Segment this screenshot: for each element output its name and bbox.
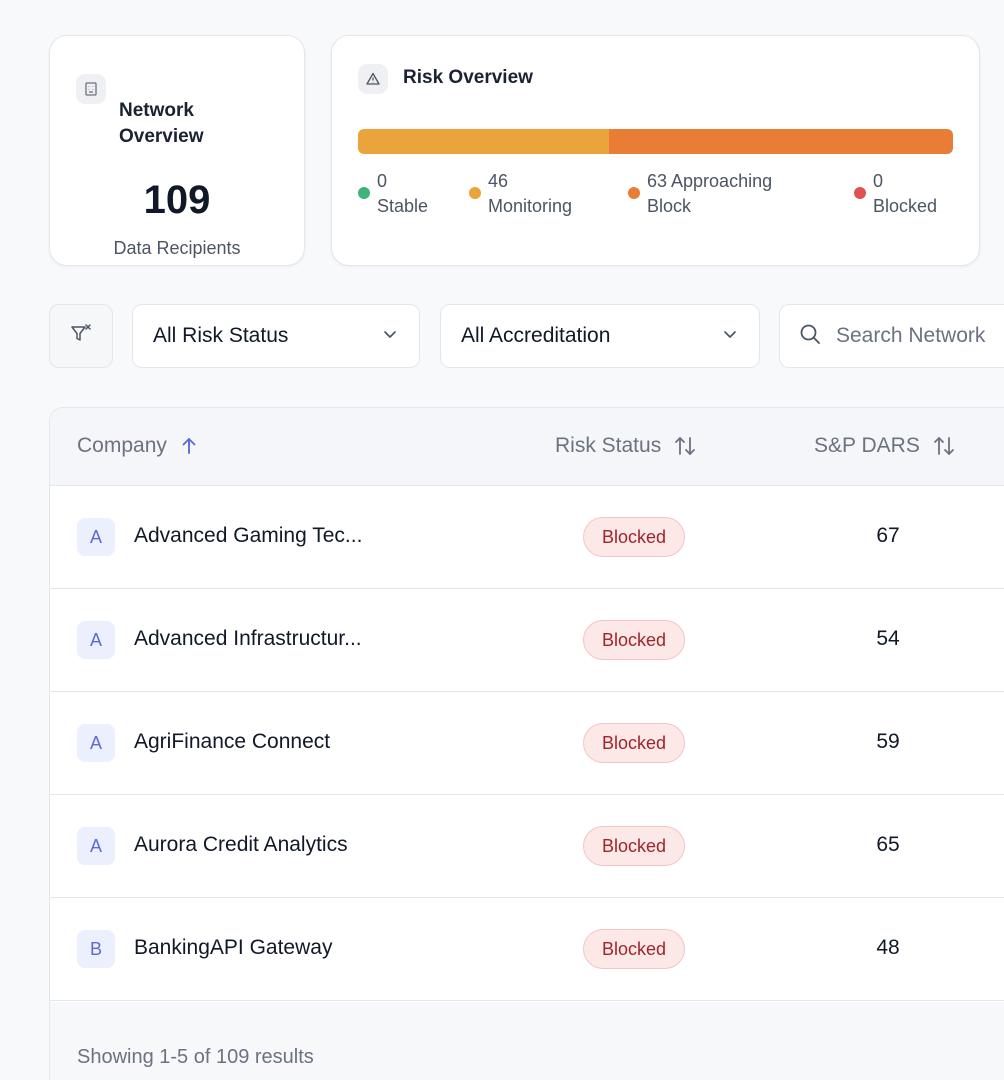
company-name: Advanced Gaming Tec... — [134, 524, 363, 547]
sort-toggle-icon — [932, 435, 956, 457]
risk-overview-title: Risk Overview — [403, 67, 533, 88]
legend-blocked: 0 Blocked — [854, 169, 937, 219]
table-row[interactable]: A AgriFinance Connect Blocked 59 — [50, 692, 1004, 795]
data-recipients-label: Data Recipients — [113, 238, 241, 258]
column-header-dars[interactable]: S&P DARS — [814, 434, 956, 458]
risk-distribution-bar — [358, 129, 953, 154]
risk-status-select-value: All Risk Status — [153, 324, 289, 347]
network-overview-card: Network Overview 109 Data Recipients — [49, 35, 305, 266]
company-avatar: B — [77, 930, 115, 968]
risk-overview-card: Risk Overview 0 Stable 46 Monitoring 63 … — [331, 35, 980, 266]
status-badge: Blocked — [583, 517, 685, 557]
accreditation-select-value: All Accreditation — [461, 324, 611, 347]
legend-count: 46 — [488, 171, 509, 191]
risk-bar-segment-monitoring — [358, 129, 610, 154]
search-input[interactable]: Search Network — [779, 304, 1004, 368]
dars-score: 48 — [876, 936, 900, 959]
table-row[interactable]: A Advanced Gaming Tec... Blocked 67 — [50, 486, 1004, 589]
data-recipients-count: 109 — [143, 178, 211, 222]
filter-clear-icon — [68, 321, 94, 352]
legend-label: Stable — [377, 196, 429, 216]
legend-label: Block — [647, 196, 692, 216]
recipients-table: Company Risk Status S&P DARS A Advanced … — [49, 407, 1004, 1080]
company-name: Aurora Credit Analytics — [134, 833, 348, 856]
company-avatar: A — [77, 827, 115, 865]
search-icon — [798, 322, 822, 351]
warning-triangle-icon — [358, 64, 388, 94]
legend-approaching-block: 63 Approaching Block — [628, 169, 772, 219]
table-header: Company Risk Status S&P DARS — [50, 408, 1004, 486]
risk-bar-segment-approaching-block — [609, 129, 953, 154]
status-badge: Blocked — [583, 723, 685, 763]
sort-toggle-icon — [673, 435, 697, 457]
company-avatar: A — [77, 518, 115, 556]
company-name: AgriFinance Connect — [134, 730, 331, 753]
status-badge: Blocked — [583, 826, 685, 866]
column-label: Risk Status — [555, 434, 662, 457]
chevron-down-icon — [721, 325, 739, 348]
legend-dot — [628, 187, 640, 199]
company-name: Advanced Infrastructur... — [134, 627, 362, 650]
column-header-company[interactable]: Company — [77, 434, 199, 458]
search-placeholder: Search Network — [836, 324, 986, 347]
legend-dot — [854, 187, 866, 199]
results-summary: Showing 1-5 of 109 results — [77, 1046, 314, 1068]
chevron-down-icon — [381, 325, 399, 348]
status-badge: Blocked — [583, 929, 685, 969]
table-row[interactable]: A Aurora Credit Analytics Blocked 65 — [50, 795, 1004, 898]
legend-dot — [469, 187, 481, 199]
legend-label: Blocked — [873, 196, 938, 216]
column-header-risk-status[interactable]: Risk Status — [555, 434, 697, 458]
risk-status-select[interactable]: All Risk Status — [132, 304, 420, 368]
table-footer: Showing 1-5 of 109 results — [50, 1002, 1004, 1080]
building-icon — [76, 74, 106, 104]
status-badge: Blocked — [583, 620, 685, 660]
company-avatar: A — [77, 621, 115, 659]
legend-dot — [358, 187, 370, 199]
column-label: Company — [77, 434, 167, 457]
dars-score: 59 — [876, 730, 900, 753]
network-overview-title: Network Overview — [119, 100, 204, 147]
legend-label: Monitoring — [488, 196, 573, 216]
legend-monitoring: 46 Monitoring — [469, 169, 572, 219]
dars-score: 54 — [876, 627, 900, 650]
column-label: S&P DARS — [814, 434, 920, 457]
company-name: BankingAPI Gateway — [134, 936, 333, 959]
dars-score: 67 — [876, 524, 900, 547]
sort-ascending-icon — [179, 436, 199, 456]
clear-filters-button[interactable] — [49, 304, 113, 368]
table-row[interactable]: A Advanced Infrastructur... Blocked 54 — [50, 589, 1004, 692]
legend-count: 63 Approaching — [647, 171, 773, 191]
legend-count: 0 — [377, 171, 388, 191]
legend-stable: 0 Stable — [358, 169, 428, 219]
dars-score: 65 — [876, 833, 900, 856]
legend-count: 0 — [873, 171, 884, 191]
company-avatar: A — [77, 724, 115, 762]
accreditation-select[interactable]: All Accreditation — [440, 304, 760, 368]
table-row[interactable]: B BankingAPI Gateway Blocked 48 — [50, 898, 1004, 1001]
